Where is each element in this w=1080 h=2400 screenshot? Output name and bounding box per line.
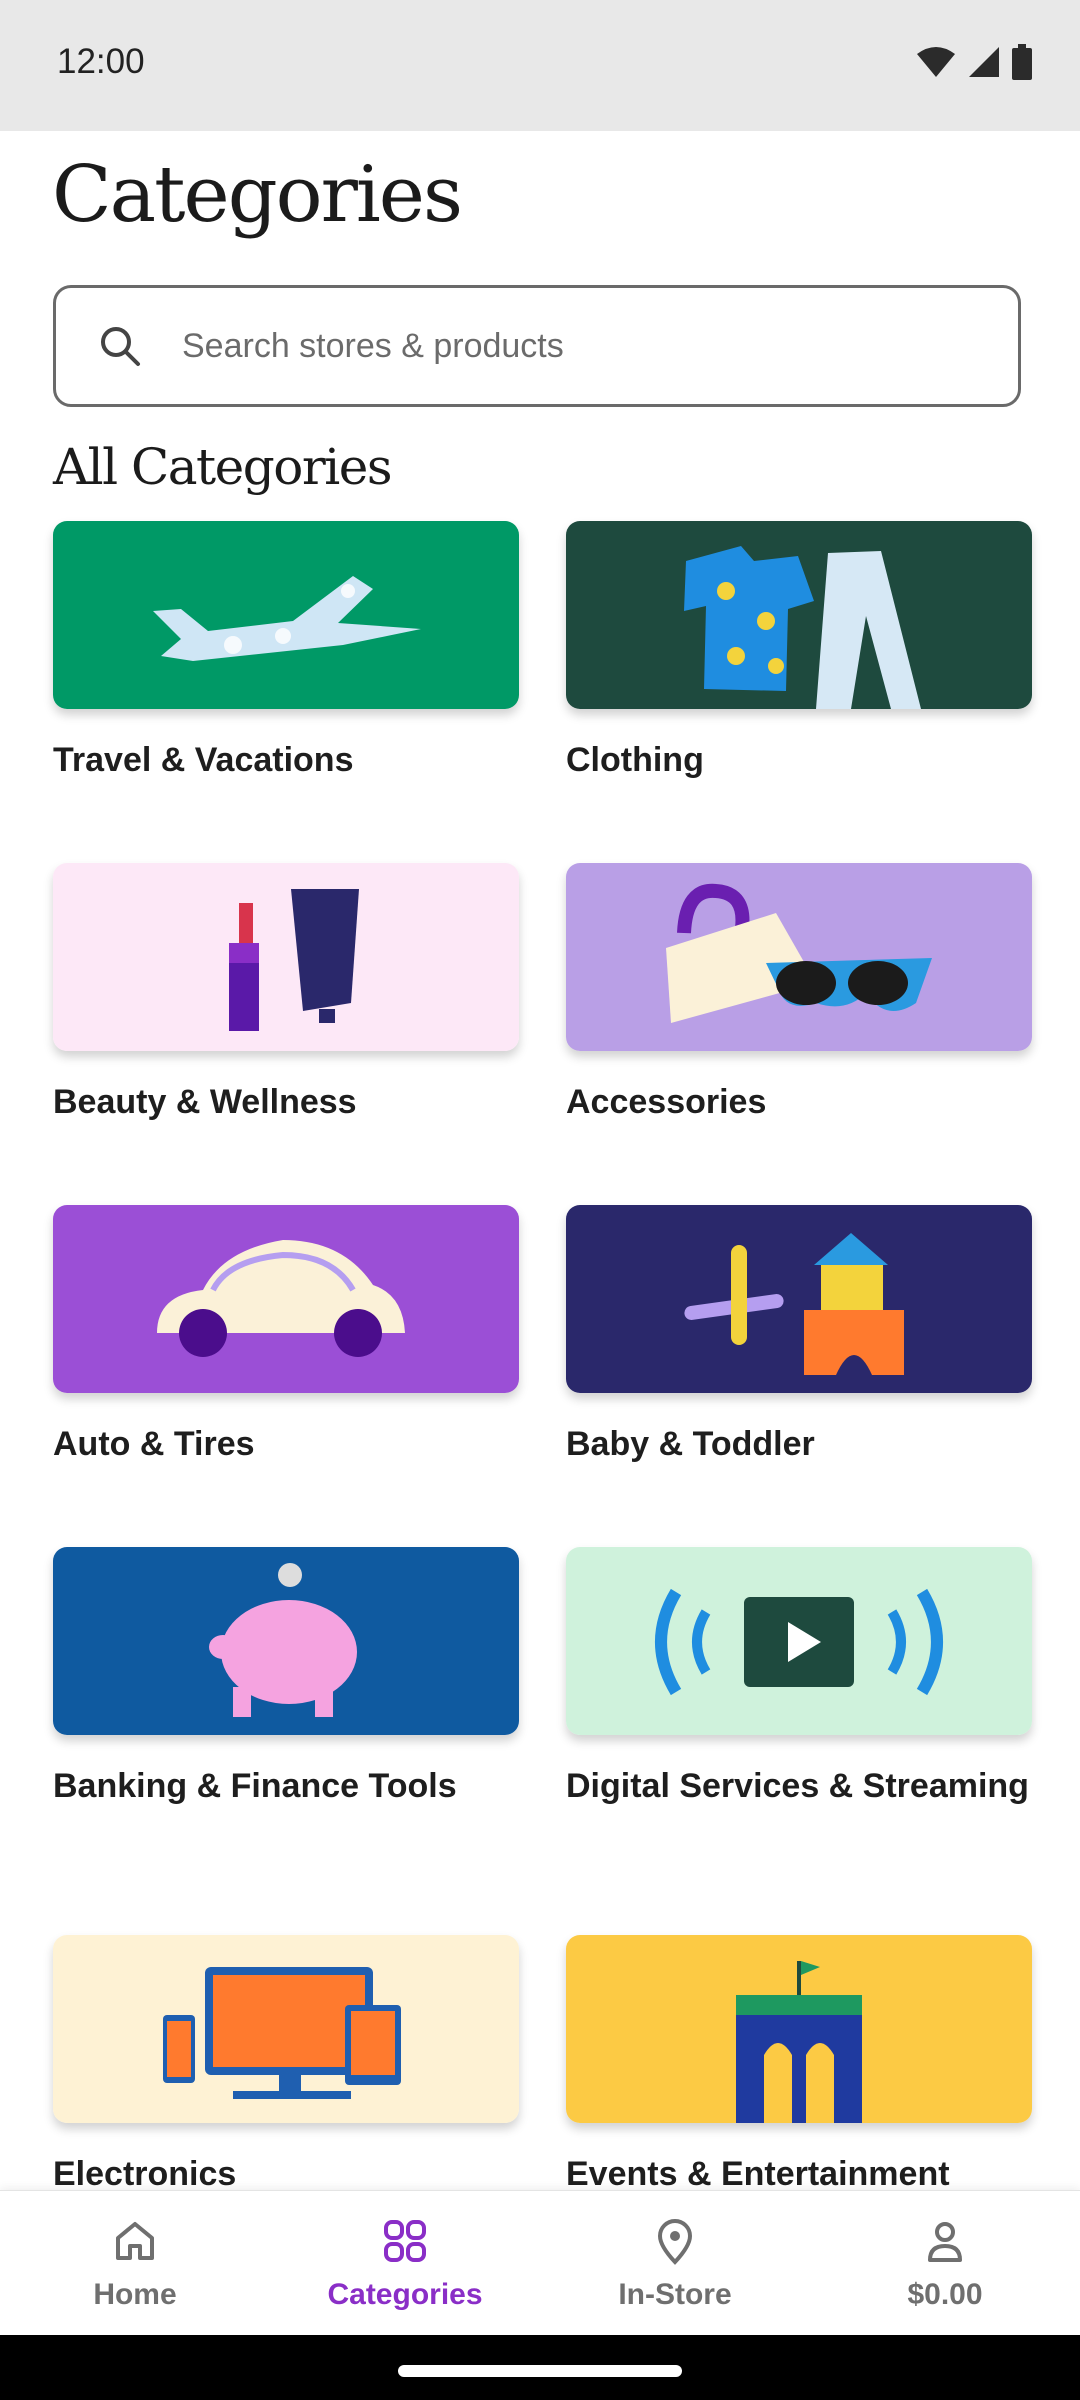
status-icons [916, 44, 1032, 80]
cellular-signal-icon [969, 47, 999, 77]
category-label: Travel & Vacations [53, 741, 354, 779]
category-card-events[interactable]: Events & Entertainment [566, 1935, 1032, 2198]
page-title: Categories [52, 150, 463, 240]
category-label: Digital Services & Streaming [566, 1767, 1029, 1805]
category-card-clothing[interactable]: Clothing [566, 521, 1032, 784]
bottom-nav: Home Categories In-Store $0.00 [0, 2190, 1080, 2336]
category-label: Baby & Toddler [566, 1425, 815, 1463]
piggy-bank-illustration [53, 1547, 519, 1735]
airplane-illustration [53, 521, 519, 709]
category-tile [566, 1935, 1032, 2123]
tile-background [53, 521, 519, 709]
category-card-beauty[interactable]: Beauty & Wellness [53, 863, 519, 1126]
status-bar: 12:00 [0, 0, 1080, 131]
beauty-illustration [53, 863, 519, 1051]
search-icon [101, 327, 140, 366]
baby-toys-illustration [566, 1205, 1032, 1393]
category-tile [53, 1205, 519, 1393]
category-card-digital[interactable]: Digital Services & Streaming [566, 1547, 1032, 1810]
category-card-accessories[interactable]: Accessories [566, 863, 1032, 1126]
search-input[interactable]: Search stores & products [53, 285, 1021, 407]
category-tile [53, 521, 519, 709]
category-card-auto[interactable]: Auto & Tires [53, 1205, 519, 1468]
category-card-electronics[interactable]: Electronics [53, 1935, 519, 2198]
nav-label: $0.00 [907, 2278, 983, 2311]
account-icon [928, 2222, 962, 2262]
home-icon [116, 2222, 154, 2260]
category-tile [53, 863, 519, 1051]
category-card-travel[interactable]: Travel & Vacations [53, 521, 519, 784]
section-title: All Categories [53, 438, 392, 496]
category-label: Accessories [566, 1083, 767, 1121]
category-tile [53, 1935, 519, 2123]
category-tile [566, 521, 1032, 709]
nav-label: Categories [327, 2278, 483, 2311]
tile-background [566, 521, 1032, 709]
car-illustration [53, 1205, 519, 1393]
gesture-bar [0, 2335, 1080, 2400]
category-label: Beauty & Wellness [53, 1083, 357, 1121]
electronics-illustration [53, 1935, 519, 2123]
tile-background [566, 1205, 1032, 1393]
nav-item-in-store[interactable]: In-Store [540, 2191, 810, 2336]
nav-label: Home [93, 2278, 177, 2311]
location-pin-icon [657, 2219, 693, 2265]
wifi-icon [917, 47, 955, 77]
battery-icon [1012, 44, 1032, 80]
search-placeholder: Search stores & products [182, 326, 564, 365]
tile-background [53, 863, 519, 1051]
status-time: 12:00 [57, 42, 145, 81]
nav-item-home[interactable]: Home [0, 2191, 270, 2336]
category-tile [566, 1547, 1032, 1735]
category-tile [566, 863, 1032, 1051]
category-tile [566, 1205, 1032, 1393]
streaming-illustration [566, 1547, 1032, 1735]
category-tile [53, 1547, 519, 1735]
nav-item-account[interactable]: $0.00 [810, 2191, 1080, 2336]
category-card-baby[interactable]: Baby & Toddler [566, 1205, 1032, 1468]
category-label: Clothing [566, 741, 704, 779]
events-illustration [566, 1935, 1032, 2123]
clothing-illustration [566, 521, 1032, 709]
accessories-illustration [566, 863, 1032, 1051]
category-label: Banking & Finance Tools [53, 1767, 457, 1805]
grid-icon [384, 2220, 426, 2262]
gesture-handle[interactable] [398, 2365, 682, 2377]
nav-item-categories[interactable]: Categories [270, 2191, 540, 2336]
category-label: Auto & Tires [53, 1425, 255, 1463]
nav-label: In-Store [618, 2278, 732, 2311]
category-card-banking[interactable]: Banking & Finance Tools [53, 1547, 519, 1810]
